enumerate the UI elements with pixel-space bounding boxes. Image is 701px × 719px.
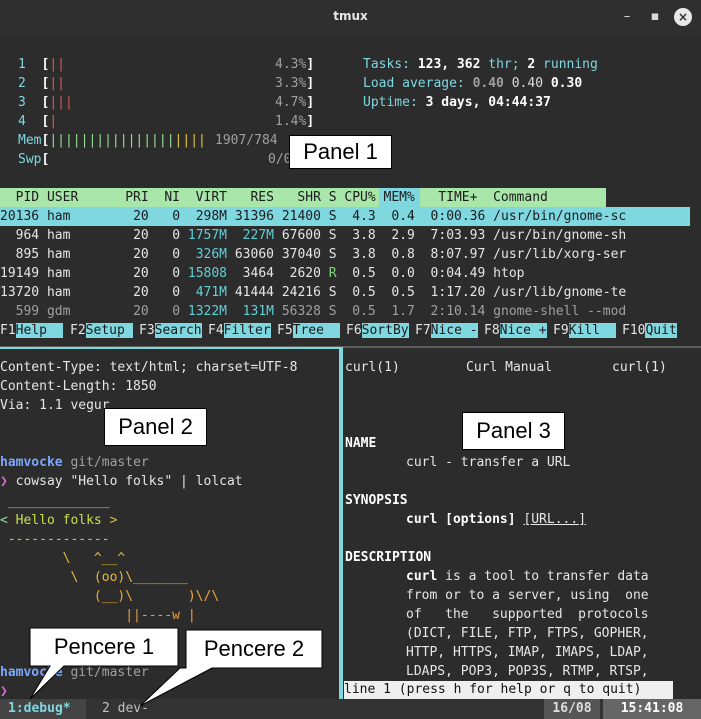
table-row[interactable]: 895 ham 20 0 326M 63060 37040 S 3.8 0.8 … bbox=[0, 245, 627, 264]
f3-search-key[interactable]: F3Search bbox=[139, 321, 202, 340]
man-header-center: Curl Manual bbox=[466, 360, 553, 375]
active-pane-border bbox=[0, 347, 339, 349]
table-row[interactable]: 13720 ham 20 0 471M 41444 24216 S 0.5 0.… bbox=[0, 283, 626, 302]
tmux-window-tab-2[interactable]: 2 dev- bbox=[94, 699, 149, 719]
cowsay-cow: \ (oo)\_______ bbox=[0, 570, 188, 585]
cowsay-bubble-top: _____________ bbox=[0, 494, 110, 509]
table-row[interactable]: 599 gdm 20 0 1322M 131M 56328 S 0.5 1.7 … bbox=[0, 302, 627, 321]
cowsay-bubble-bottom: ------------- bbox=[0, 532, 110, 547]
terminal-area[interactable]: 1 [|| 4.3%] 2 [|| 3.3%] 3 [||| 4.7%] 4 [… bbox=[0, 34, 701, 719]
callout-panel-1: Panel 1 bbox=[289, 135, 392, 169]
tmux-date: 16/08 bbox=[544, 699, 600, 719]
man-header-left: curl(1) bbox=[345, 360, 400, 375]
man-description-line: (DICT, FILE, FTP, FTPS, GOPHER, bbox=[406, 626, 649, 641]
maximize-icon[interactable]: ▪ bbox=[645, 7, 665, 27]
curl-header-line: Content-Type: text/html; charset=UTF-8 bbox=[0, 360, 298, 375]
cowsay-message: < Hello folks > bbox=[0, 513, 118, 528]
minimize-icon[interactable]: – bbox=[617, 7, 637, 27]
shell-prompt: hamvocke git/master bbox=[0, 665, 149, 680]
process-table-header-text: PID USER PRI NI VIRT RES SHR S CPU% MEM%… bbox=[0, 190, 548, 205]
tmux-status-bar: 1:debug* 2 dev- 16/08 15:41:08 bbox=[0, 699, 701, 719]
cpu-meter-3: 3 [||| bbox=[18, 95, 73, 110]
cpu-meter-4: 4 [| bbox=[18, 114, 58, 129]
man-synopsis-text: curl [options] [URL...] bbox=[406, 512, 587, 527]
tasks-meter: Tasks: 123, 362 thr; 2 running bbox=[363, 57, 598, 72]
cpu-meter-2: 2 [|| bbox=[18, 76, 65, 91]
f10-quit-key[interactable]: F10Quit bbox=[622, 321, 677, 340]
f2-setup-key[interactable]: F2Setup bbox=[70, 321, 133, 340]
shell-command-line: ❯ cowsay "Hello folks" | lolcat bbox=[0, 474, 243, 489]
f8-nice-plus-key[interactable]: F8Nice + bbox=[484, 321, 547, 340]
f6-sortby-key[interactable]: F6SortBy bbox=[346, 321, 409, 340]
man-section-description: DESCRIPTION bbox=[345, 550, 432, 565]
pager-status-line: line 1 (press h for help or q to quit) bbox=[344, 681, 673, 699]
f7-nice-minus-key[interactable]: F7Nice - bbox=[415, 321, 478, 340]
f9-kill-key[interactable]: F9Kill bbox=[553, 321, 616, 340]
cpu-meter-4-pct: 1.4%] bbox=[275, 114, 315, 129]
shell-prompt: hamvocke git/master bbox=[0, 455, 149, 470]
man-description-line: LDAPS, POP3, POP3S, RTMP, RTSP, bbox=[406, 664, 649, 679]
htop-function-keys: F1Help F2Setup F3Search F4Filter F5Tree … bbox=[0, 321, 701, 340]
man-name-text: curl - transfer a URL bbox=[406, 455, 571, 470]
cpu-meter-2-pct: 3.3%] bbox=[275, 76, 315, 91]
man-description-line: HTTP, HTTPS, IMAP, IMAPS, LDAP, bbox=[406, 645, 649, 660]
f1-help-key[interactable]: F1Help bbox=[0, 321, 63, 340]
table-row[interactable]: 964 ham 20 0 1757M 227M 67600 S 3.8 2.9 … bbox=[0, 226, 627, 245]
mem-meter: Mem[|||||||||||||||||||| bbox=[18, 133, 206, 148]
cowsay-cow: ||----w | bbox=[0, 608, 196, 623]
table-row[interactable]: 19149 ham 20 0 15808 3464 2620 R 0.5 0.0… bbox=[0, 264, 524, 283]
load-average-meter: Load average: 0.40 0.40 0.30 bbox=[363, 76, 583, 91]
man-description-line: from or to a server, using one bbox=[406, 588, 649, 603]
window-titlebar: tmux – ▪ × bbox=[0, 0, 701, 34]
mem-meter-value: 1907/784 bbox=[215, 133, 278, 148]
callout-pencere-1: Pencere 1 bbox=[53, 634, 155, 659]
uptime-meter: Uptime: 3 days, 04:44:37 bbox=[363, 95, 551, 110]
man-header-right: curl(1) bbox=[612, 360, 667, 375]
man-description-line: curl is a tool to transfer data bbox=[406, 569, 649, 584]
table-row[interactable]: 20136 ham 20 0 298M 31396 21400 S 4.3 0.… bbox=[0, 207, 626, 226]
f4-filter-key[interactable]: F4Filter bbox=[208, 321, 271, 340]
window-title: tmux bbox=[333, 9, 368, 23]
f5-tree-key[interactable]: F5Tree bbox=[277, 321, 340, 340]
callout-pencere-2: Pencere 2 bbox=[203, 636, 305, 661]
swap-meter-value: 0/0 bbox=[268, 152, 292, 167]
cpu-meter-1-pct: 4.3%] bbox=[275, 57, 315, 72]
tmux-time: 15:41:08 bbox=[603, 699, 701, 719]
swap-meter: Swp[ bbox=[18, 152, 50, 167]
callout-panel-2: Panel 2 bbox=[104, 408, 207, 446]
cpu-meter-1: 1 [|| bbox=[18, 57, 65, 72]
cowsay-cow: \ ^__^ bbox=[0, 551, 126, 566]
close-icon[interactable]: × bbox=[674, 8, 692, 26]
callout-panel-3: Panel 3 bbox=[462, 412, 565, 450]
man-description-line: of the supported protocols bbox=[406, 607, 649, 622]
curl-header-line: Content-Length: 1850 bbox=[0, 379, 157, 394]
cowsay-cow: (__)\ )\/\ bbox=[0, 589, 220, 604]
man-section-synopsis: SYNOPSIS bbox=[345, 493, 408, 508]
tmux-window-tab-1[interactable]: 1:debug* bbox=[0, 699, 86, 719]
pane-divider-vertical[interactable] bbox=[339, 347, 343, 699]
cpu-meter-3-pct: 4.7%] bbox=[275, 95, 315, 110]
curl-header-line: Via: 1.1 vegur bbox=[0, 398, 110, 413]
man-section-name: NAME bbox=[345, 436, 377, 451]
